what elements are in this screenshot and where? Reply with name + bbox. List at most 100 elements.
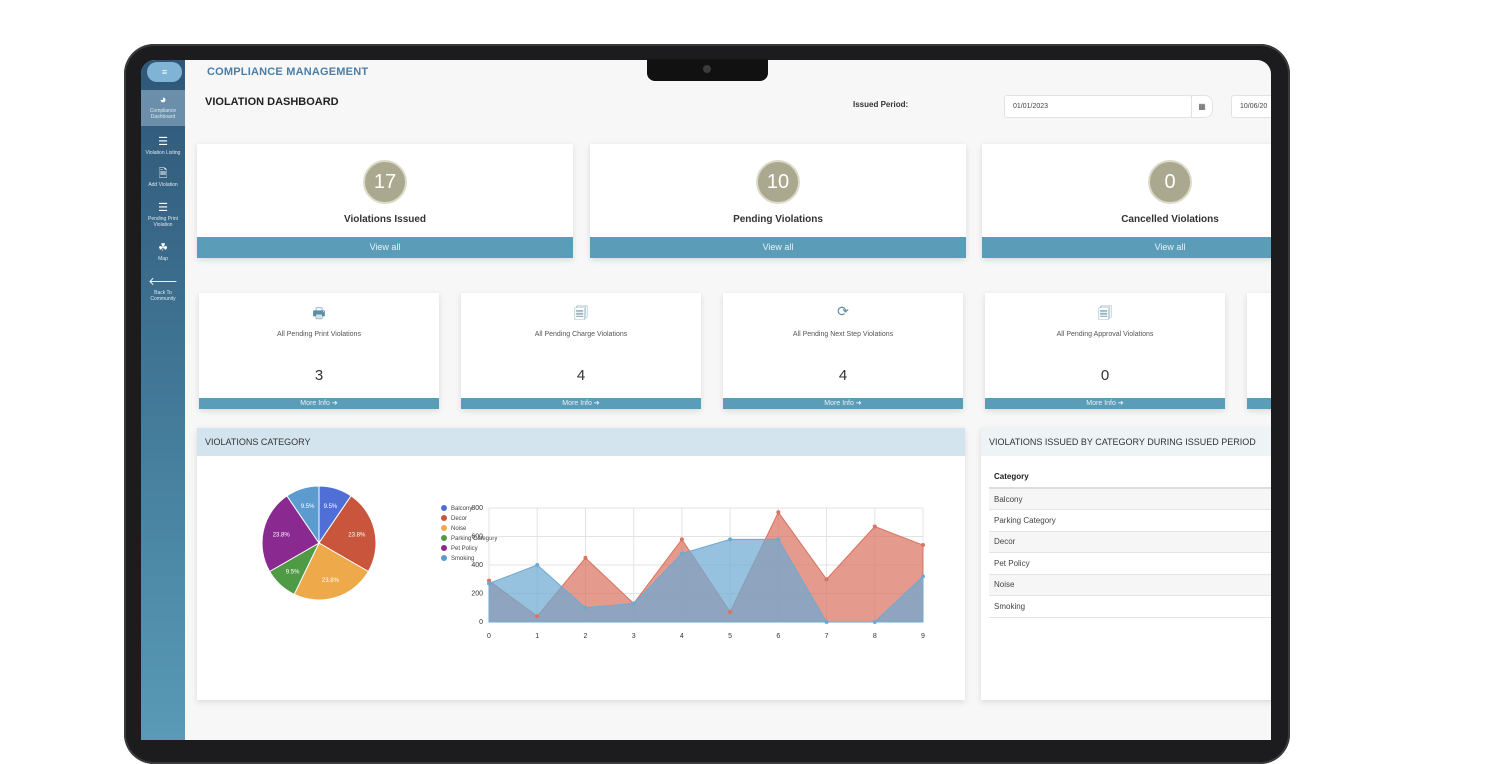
more-info-button[interactable]: More Info ➜ (723, 398, 963, 409)
table-row[interactable]: Pet Policy (989, 552, 1271, 575)
sidebar-item-3[interactable]: ☰ Pending Print Violation (141, 198, 185, 228)
data-point[interactable] (679, 551, 684, 556)
legend-swatch (441, 515, 447, 521)
data-point[interactable] (535, 563, 540, 567)
x-tick-label: 4 (680, 633, 684, 640)
menu-button[interactable]: ≡ (147, 62, 182, 82)
table-cell-category: Decor (989, 531, 1271, 553)
list-icon: ☰ (158, 136, 168, 148)
camera-icon (703, 65, 711, 73)
violations-category-panel: VIOLATIONS CATEGORY 9.5% 23.8% 23.8% 9.5% 23… (197, 428, 965, 700)
x-tick-label: 7 (825, 633, 829, 640)
area-chart: 0 200 400 600 800 0 1 2 3 4 5 6 7 8 9 (471, 505, 925, 640)
sidebar-item-label: Back To Community (150, 290, 176, 302)
legend-swatch (441, 545, 447, 551)
pie-slice-label: 23.8% (322, 578, 340, 584)
x-tick-label: 6 (776, 633, 780, 640)
x-tick-label: 8 (873, 633, 877, 640)
data-point[interactable] (921, 543, 925, 548)
sidebar-item-2[interactable]: 🗎 Add Violation (141, 164, 185, 194)
pie-slice-label: 9.5% (324, 504, 338, 510)
x-tick-label: 3 (632, 633, 636, 640)
pending-card: ⟳ All Pending Next Step Violations 4 Mor… (723, 293, 963, 409)
y-tick-label: 0 (479, 619, 483, 626)
date-to-input[interactable]: 10/06/20 (1231, 95, 1271, 118)
legend-swatch (441, 535, 447, 541)
data-point[interactable] (728, 537, 733, 542)
pie-slice-label: 9.5% (286, 569, 300, 575)
sidebar-item-0[interactable]: ◕ Compliance Dashboard (141, 90, 185, 126)
sidebar: ≡ ◕ Compliance Dashboard ☰ Violation Listin… (141, 60, 185, 740)
category-table: Category Balcony Parking Category Decor Pet… (989, 466, 1271, 618)
y-tick-label: 400 (471, 562, 483, 569)
more-info-button[interactable]: More Info ➜ (199, 398, 439, 409)
x-tick-label: 0 (487, 633, 491, 640)
view-all-button[interactable]: View all (197, 237, 573, 258)
more-info-button[interactable]: More Info ➜ (985, 398, 1225, 409)
data-point[interactable] (824, 620, 829, 624)
data-point[interactable] (487, 581, 491, 586)
pending-card: 🗐 All Pending Approval Violations 0 More… (985, 293, 1225, 409)
calendar-button[interactable]: ▦ (1191, 95, 1213, 118)
x-tick-label: 9 (921, 633, 925, 640)
hamburger-icon: ≡ (161, 67, 168, 77)
data-point[interactable] (921, 574, 925, 579)
sidebar-item-label: Add Violation (148, 182, 178, 188)
table-row[interactable]: Smoking (989, 595, 1271, 618)
table-row[interactable]: Noise (989, 574, 1271, 596)
list-icon: ☰ (158, 202, 168, 214)
stat-card: 0 Cancelled Violations View all (982, 144, 1271, 258)
stat-label: Pending Violations (733, 214, 823, 225)
pie-slice-label: 23.8% (273, 532, 291, 538)
table-row[interactable]: Balcony (989, 488, 1271, 510)
table-cell-category: Pet Policy (989, 552, 1271, 575)
table-cell-category: Balcony (989, 488, 1271, 510)
print-icon: 🖶 (312, 305, 326, 321)
view-all-button[interactable]: View all (590, 237, 966, 258)
arrow-left-icon: 🡐 (148, 276, 178, 288)
stat-card: 17 Violations Issued View all (197, 144, 573, 258)
data-point[interactable] (776, 537, 781, 542)
x-tick-label: 2 (583, 633, 587, 640)
legend-swatch (441, 525, 447, 531)
date-from-input[interactable]: 01/01/2023 (1004, 95, 1192, 118)
table-row[interactable]: Parking Category (989, 509, 1271, 532)
table-cell-category: Parking Category (989, 509, 1271, 532)
issued-period-label: Issued Period: (853, 100, 909, 109)
app-screen: ≡ ◕ Compliance Dashboard ☰ Violation Listin… (141, 60, 1271, 740)
table-row[interactable]: Decor (989, 531, 1271, 553)
data-point[interactable] (631, 601, 636, 606)
pending-label: All Pending Charge Violations (534, 331, 628, 338)
sidebar-item-1[interactable]: ☰ Violation Listing (141, 132, 185, 162)
refresh-icon: ⟳ (837, 303, 849, 319)
data-point[interactable] (872, 620, 877, 624)
table-cell-category: Smoking (989, 595, 1271, 618)
category-table-panel: VIOLATIONS ISSUED BY CATEGORY DURING ISS… (981, 428, 1271, 700)
table-header-category: Category (989, 466, 1271, 489)
stat-card: 10 Pending Violations View all (590, 144, 966, 258)
more-info-bar-partial[interactable] (1247, 398, 1271, 409)
data-point[interactable] (535, 614, 540, 619)
approval-icon: 🗐 (1098, 305, 1112, 321)
sidebar-item-label: Violation Listing (145, 150, 181, 156)
camera-notch (647, 59, 768, 81)
view-all-button[interactable]: View all (982, 237, 1271, 258)
pending-card-partial (1247, 293, 1271, 409)
data-point[interactable] (824, 577, 829, 582)
data-point[interactable] (583, 605, 588, 610)
data-point[interactable] (776, 510, 781, 515)
pending-value: 4 (576, 367, 586, 384)
data-point[interactable] (872, 524, 877, 529)
sidebar-item-5[interactable]: 🡐 Back To Community (141, 272, 185, 302)
stat-label: Cancelled Violations (1121, 214, 1219, 225)
more-info-button[interactable]: More Info ➜ (461, 398, 701, 409)
data-point[interactable] (679, 537, 684, 542)
stat-label: Violations Issued (343, 214, 427, 225)
sidebar-item-4[interactable]: ☘ Map (141, 238, 185, 268)
document-icon: 🗎 (158, 168, 168, 180)
data-point[interactable] (728, 610, 733, 615)
table-panel-title: VIOLATIONS ISSUED BY CATEGORY DURING ISS… (981, 428, 1271, 456)
pie-chart: 9.5% 23.8% 23.8% 9.5% 23.8% 9.5% (261, 485, 377, 601)
y-tick-label: 200 (471, 591, 483, 598)
data-point[interactable] (583, 555, 588, 560)
